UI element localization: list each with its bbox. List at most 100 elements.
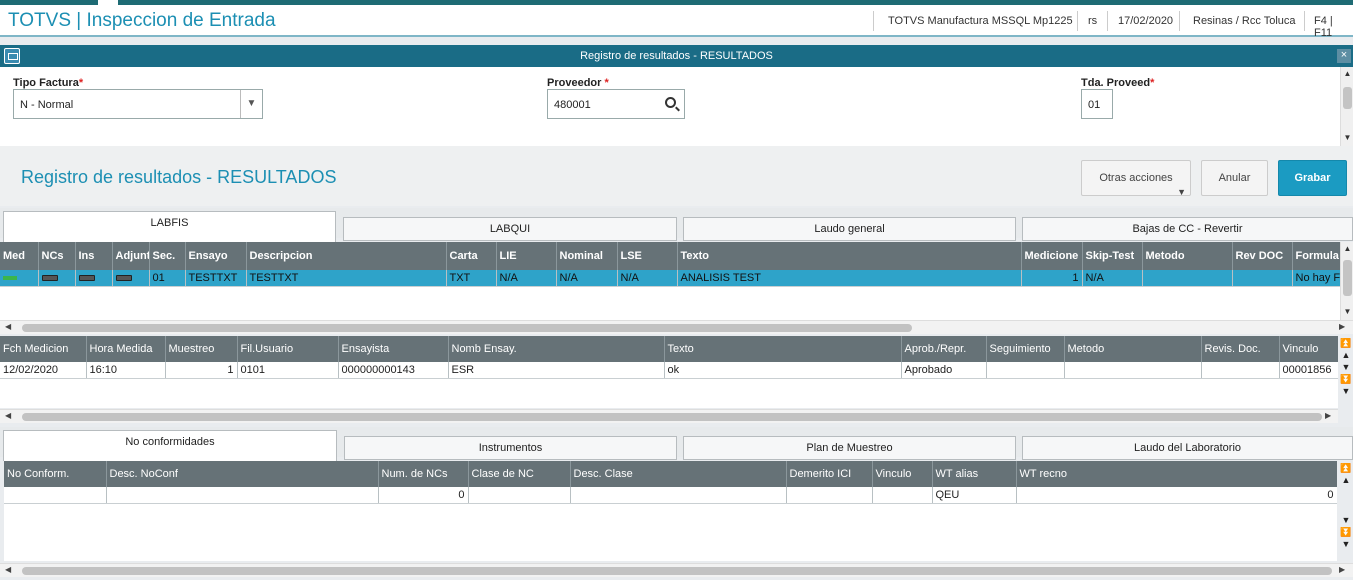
metodo-cell[interactable] — [1142, 270, 1233, 287]
grid3-horizontal-scrollbar[interactable]: ◀ ▶ — [0, 563, 1353, 577]
tab-laudo-del-laboratorio[interactable]: Laudo del Laboratorio — [1022, 436, 1353, 460]
close-icon[interactable]: × — [1337, 49, 1351, 63]
tab-labqui[interactable]: LABQUI — [343, 217, 677, 241]
table-row[interactable]: 0 QEU 0 — [4, 487, 1337, 504]
col-clase-nc[interactable]: Clase de NC — [468, 461, 571, 487]
num-ncs-cell[interactable]: 0 — [378, 487, 469, 504]
col-rev-doc[interactable]: Rev DOC — [1232, 242, 1293, 270]
grid2-horizontal-scrollbar[interactable]: ◀ ▶ — [0, 409, 1338, 423]
grabar-button[interactable]: Grabar — [1278, 160, 1347, 196]
attachment-button-icon[interactable] — [115, 274, 132, 281]
metodo-cell[interactable] — [1064, 362, 1202, 379]
grid1-horizontal-scrollbar[interactable]: ◀ ▶ — [0, 320, 1353, 334]
table-row[interactable]: 12/02/2020 16:10 1 0101 000000000143 ESR… — [0, 362, 1338, 379]
muestreo-cell[interactable]: 1 — [165, 362, 238, 379]
col-muestreo[interactable]: Muestreo — [165, 336, 238, 362]
last-record-icon[interactable]: ⏬ — [1339, 374, 1353, 386]
col-desc-noconf[interactable]: Desc. NoConf — [106, 461, 379, 487]
col-metodo[interactable]: Metodo — [1142, 242, 1233, 270]
shortcut-info[interactable]: F4 | F11 — [1314, 15, 1353, 39]
col-texto[interactable]: Texto — [664, 336, 902, 362]
texto-cell[interactable]: ANALISIS TEST — [677, 270, 1022, 287]
search-icon[interactable] — [665, 97, 676, 108]
table-row[interactable]: 01 TESTTXT TESTTXT TXT N/A N/A N/A ANALI… — [0, 270, 1340, 287]
tab-no-conformidades[interactable]: No conformidades — [3, 430, 337, 461]
scroll-thumb[interactable] — [1343, 87, 1352, 109]
tipo-factura-select[interactable]: N - Normal ▼ — [13, 89, 263, 119]
col-formula[interactable]: Formula — [1292, 242, 1340, 270]
col-mediciones[interactable]: Medicione — [1021, 242, 1083, 270]
col-vinculo[interactable]: Vinculo — [1279, 336, 1338, 362]
last-record-icon[interactable]: ⏬ — [1339, 527, 1353, 539]
col-ncs[interactable]: NCs — [38, 242, 76, 270]
col-num-ncs[interactable]: Num. de NCs — [378, 461, 469, 487]
vinculo-cell[interactable] — [872, 487, 933, 504]
previous-record-icon[interactable]: ▲ — [1339, 475, 1353, 487]
scroll-thumb[interactable] — [22, 413, 1322, 421]
tab-laudo-general[interactable]: Laudo general — [683, 217, 1016, 241]
scroll-thumb[interactable] — [22, 324, 912, 332]
col-ins[interactable]: Ins — [75, 242, 113, 270]
form-vertical-scrollbar[interactable]: ▲ ▼ — [1340, 67, 1353, 146]
ncs-cell[interactable] — [38, 270, 76, 287]
anular-button[interactable]: Anular — [1201, 160, 1268, 196]
tab-labfis[interactable]: LABFIS — [3, 211, 336, 242]
col-lse[interactable]: LSE — [617, 242, 678, 270]
col-wt-recno[interactable]: WT recno — [1016, 461, 1337, 487]
scroll-down-icon[interactable]: ▼ — [1339, 386, 1353, 398]
col-ensayo[interactable]: Ensayo — [185, 242, 247, 270]
wt-recno-cell[interactable]: 0 — [1016, 487, 1337, 504]
skip-test-cell[interactable]: N/A — [1082, 270, 1143, 287]
scroll-thumb[interactable] — [22, 567, 1332, 575]
nomb-ensay-cell[interactable]: ESR — [448, 362, 665, 379]
lse-cell[interactable]: N/A — [617, 270, 678, 287]
next-record-icon[interactable]: ▼ — [1339, 515, 1353, 527]
col-fil-usuario[interactable]: Fil.Usuario — [237, 336, 339, 362]
fil-usuario-cell[interactable]: 0101 — [237, 362, 339, 379]
fch-medicion-cell[interactable]: 12/02/2020 — [0, 362, 87, 379]
scroll-down-icon[interactable]: ▼ — [1339, 539, 1353, 551]
adjunt-cell[interactable] — [112, 270, 150, 287]
med-cell[interactable] — [0, 270, 39, 287]
lie-cell[interactable]: N/A — [496, 270, 557, 287]
scroll-right-icon[interactable]: ▶ — [1325, 411, 1331, 420]
desc-noconf-cell[interactable] — [106, 487, 379, 504]
texto-cell[interactable]: ok — [664, 362, 902, 379]
col-metodo[interactable]: Metodo — [1064, 336, 1202, 362]
scroll-thumb[interactable] — [1343, 260, 1352, 296]
rev-doc-cell[interactable] — [1232, 270, 1293, 287]
demerito-ici-cell[interactable] — [786, 487, 873, 504]
descripcion-cell[interactable]: TESTTXT — [246, 270, 447, 287]
clase-nc-cell[interactable] — [468, 487, 571, 504]
col-adjunt[interactable]: Adjunt — [112, 242, 150, 270]
col-desc-clase[interactable]: Desc. Clase — [570, 461, 787, 487]
col-nomb-ensay[interactable]: Nomb Ensay. — [448, 336, 665, 362]
wt-alias-cell[interactable]: QEU — [932, 487, 1017, 504]
grid1-vertical-scrollbar[interactable]: ▲ ▼ — [1340, 242, 1353, 320]
sec-cell[interactable]: 01 — [149, 270, 186, 287]
col-aprob-repr[interactable]: Aprob./Repr. — [901, 336, 987, 362]
no-conform-cell[interactable] — [4, 487, 107, 504]
next-record-icon[interactable]: ▼ — [1339, 362, 1353, 374]
scroll-left-icon[interactable]: ◀ — [5, 411, 11, 420]
ncs-button-icon[interactable] — [41, 274, 58, 281]
chevron-down-icon[interactable]: ▼ — [240, 90, 262, 118]
col-demerito-ici[interactable]: Demerito ICI — [786, 461, 873, 487]
col-seguimiento[interactable]: Seguimiento — [986, 336, 1065, 362]
col-sec[interactable]: Sec. — [149, 242, 186, 270]
scroll-up-icon[interactable]: ▲ — [1341, 244, 1353, 253]
ensayo-cell[interactable]: TESTTXT — [185, 270, 247, 287]
col-fch-medicion[interactable]: Fch Medicion — [0, 336, 87, 362]
carta-cell[interactable]: TXT — [446, 270, 497, 287]
aprob-repr-cell[interactable]: Aprobado — [901, 362, 987, 379]
scroll-left-icon[interactable]: ◀ — [5, 565, 11, 574]
col-vinculo[interactable]: Vinculo — [872, 461, 933, 487]
col-lie[interactable]: LIE — [496, 242, 557, 270]
tab-instrumentos[interactable]: Instrumentos — [344, 436, 677, 460]
scroll-right-icon[interactable]: ▶ — [1339, 565, 1345, 574]
scroll-down-icon[interactable]: ▼ — [1341, 307, 1353, 316]
col-descripcion[interactable]: Descripcion — [246, 242, 447, 270]
nominal-cell[interactable]: N/A — [556, 270, 618, 287]
col-skip-test[interactable]: Skip-Test — [1082, 242, 1143, 270]
tda-input[interactable]: 01 — [1081, 89, 1113, 119]
